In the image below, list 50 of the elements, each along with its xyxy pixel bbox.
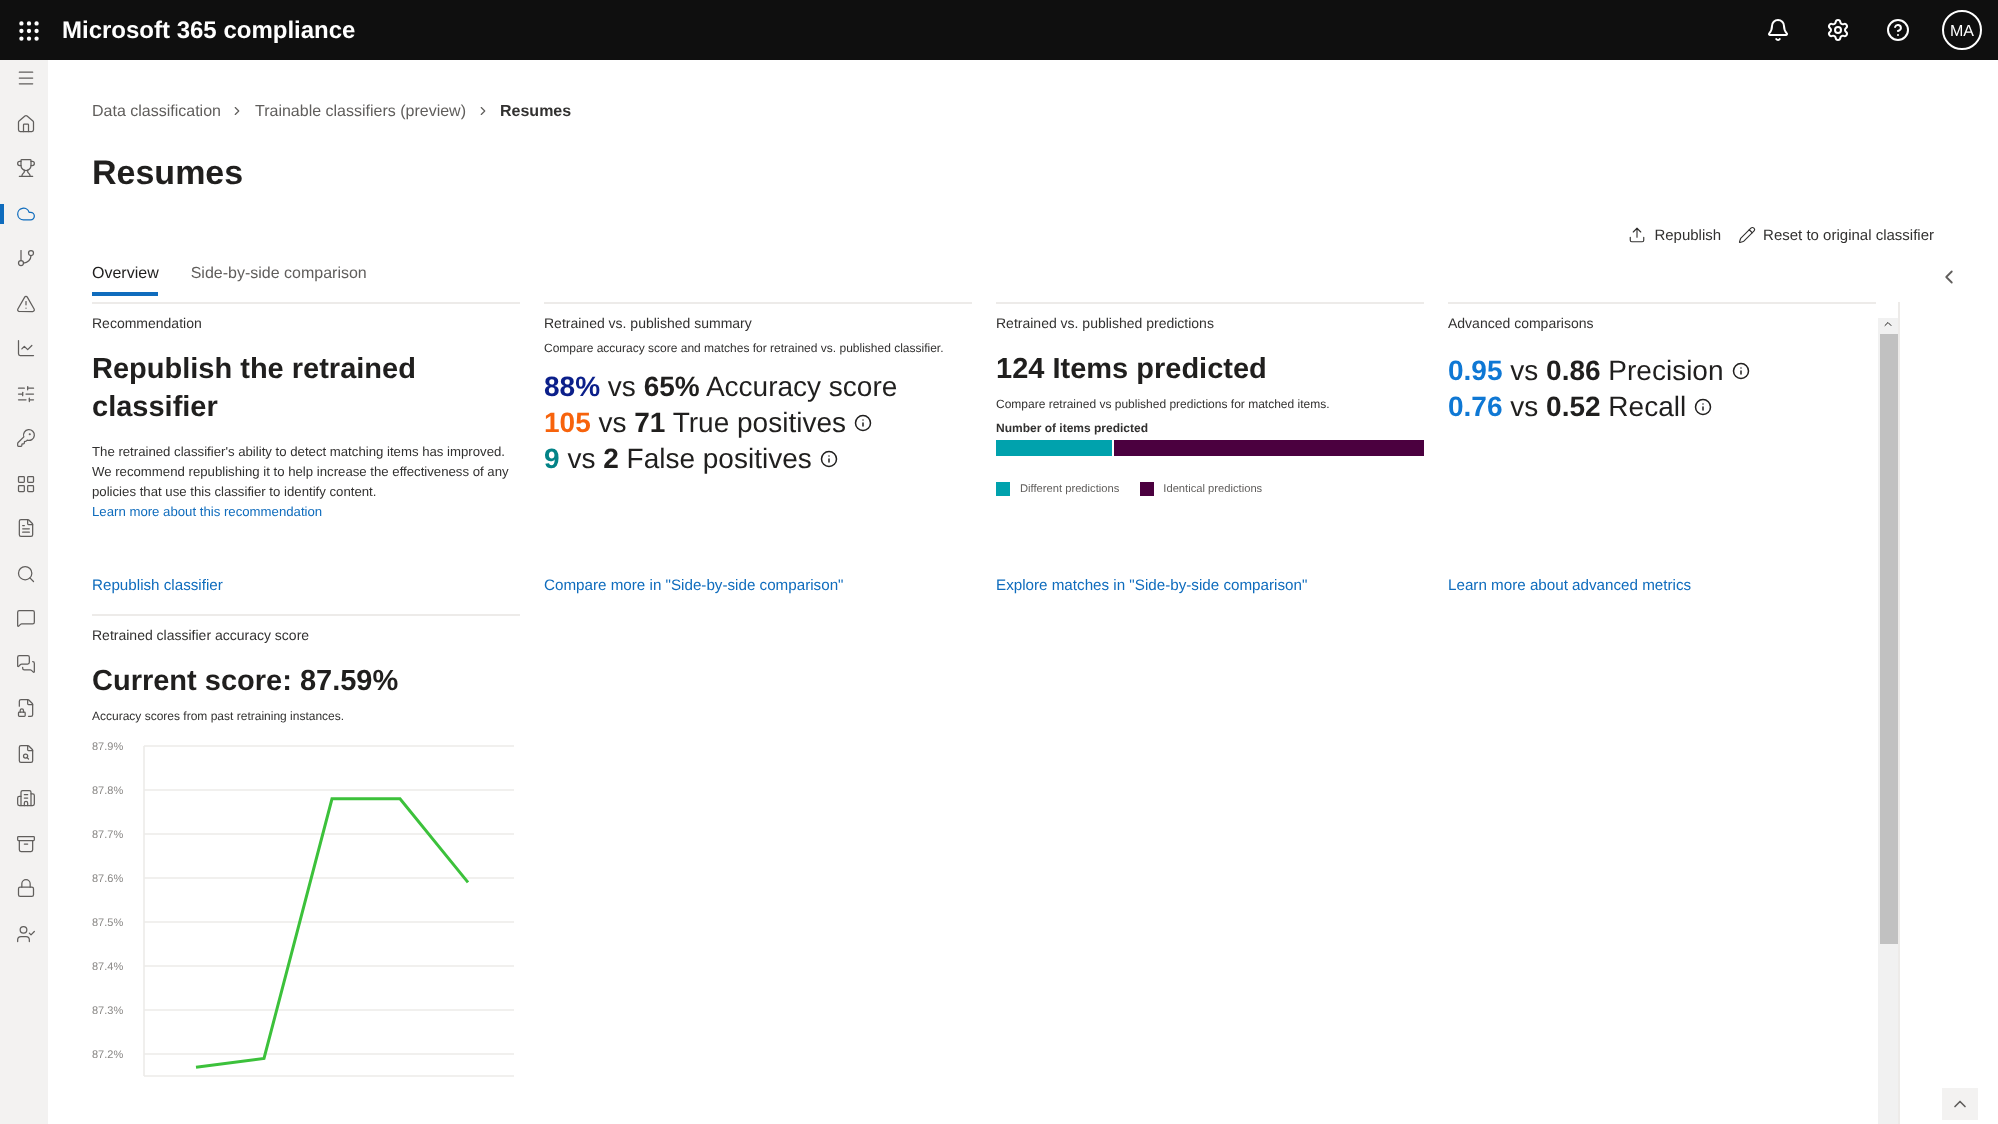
app-title: Microsoft 365 compliance (62, 16, 358, 44)
info-icon[interactable] (1694, 397, 1713, 415)
chat-icon (16, 653, 36, 673)
scroll-up-icon[interactable] (1882, 318, 1894, 330)
scrollbar[interactable] (1878, 318, 1898, 1124)
info-icon[interactable] (1731, 361, 1750, 379)
notification-icon[interactable] (1766, 18, 1790, 42)
sliders-icon (16, 383, 36, 403)
card-heading: Current score: 87.59% (92, 664, 401, 702)
page-title: Resumes (92, 154, 246, 194)
chevron-right-icon (476, 104, 490, 118)
metric-text: 0.95 vs 0.86 Precision (1448, 352, 1724, 388)
card-heading: Republish the retrained classifier (92, 352, 418, 428)
cloud-icon (16, 203, 36, 223)
key-icon (16, 428, 36, 448)
grid-icon (16, 473, 36, 493)
trophy-icon (16, 158, 36, 178)
search-icon (16, 563, 36, 583)
menu-icon (16, 68, 36, 88)
card-heading: 124 Items predicted (996, 352, 1269, 390)
upload-icon (1628, 226, 1647, 244)
lock-icon (16, 878, 36, 898)
branch-icon (16, 248, 36, 268)
metric-text: 0.76 vs 0.52 Recall (1448, 388, 1687, 424)
chat-icon (16, 608, 36, 628)
breadcrumb-item[interactable]: Trainable classifiers (preview) (254, 102, 466, 120)
metric-text: 105 vs 71 True positives (544, 404, 846, 440)
app-launcher-icon[interactable] (16, 17, 42, 43)
breadcrumb-item[interactable]: Data classification (92, 102, 221, 120)
home-icon (16, 113, 36, 133)
metric-text: 9 vs 2 False positives (544, 440, 812, 476)
chart-icon (16, 338, 36, 358)
document-icon (16, 518, 36, 538)
help-icon[interactable] (1886, 18, 1910, 42)
warning-icon (16, 293, 36, 313)
building-icon (16, 788, 36, 808)
user-icon (16, 923, 36, 943)
info-icon[interactable] (819, 449, 838, 467)
metric-text: 88% vs 65% Accuracy score (544, 368, 898, 404)
pencil-icon (1737, 226, 1756, 244)
archive-icon (16, 833, 36, 853)
tab[interactable]: Side-by-side comparison (190, 264, 367, 296)
document-search-icon (16, 743, 36, 763)
breadcrumb-item[interactable]: Resumes (500, 102, 572, 120)
document-lock-icon (16, 698, 36, 718)
user-avatar[interactable]: MA (1942, 10, 1982, 50)
info-icon[interactable] (853, 413, 872, 431)
tab[interactable]: Overview (92, 264, 159, 296)
chevron-right-icon (230, 104, 245, 118)
settings-icon[interactable] (1826, 18, 1850, 42)
